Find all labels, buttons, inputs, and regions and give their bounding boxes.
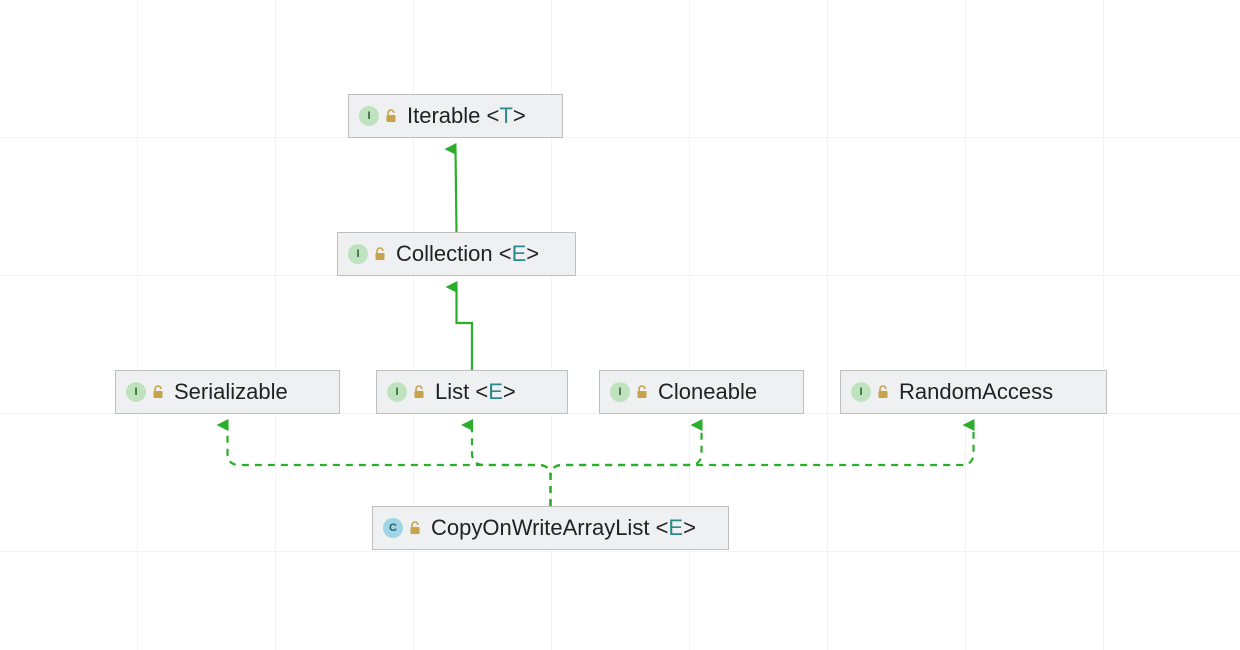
edge-list-to-collection <box>457 287 473 370</box>
class-badge: C <box>383 518 403 538</box>
lock-icon <box>409 521 421 535</box>
edge-layer <box>0 0 1240 650</box>
lock-icon <box>385 109 397 123</box>
type-name: CopyOnWriteArrayList <box>431 515 649 540</box>
type-param: E <box>488 379 503 404</box>
edge-collection-to-iterable <box>456 149 457 232</box>
lock-icon <box>636 385 648 399</box>
interface-badge: I <box>126 382 146 402</box>
node-copyonwritearraylist[interactable]: C CopyOnWriteArrayList <E> <box>372 506 729 550</box>
type-param: T <box>499 103 512 128</box>
node-list[interactable]: I List <E> <box>376 370 568 414</box>
lock-icon <box>374 247 386 261</box>
type-name: List <box>435 379 469 404</box>
edge-cowal-to-randomaccess <box>551 425 974 506</box>
edge-cowal-to-cloneable <box>551 425 702 506</box>
lock-icon <box>152 385 164 399</box>
interface-badge: I <box>359 106 379 126</box>
interface-badge: I <box>851 382 871 402</box>
interface-badge: I <box>348 244 368 264</box>
diagram-canvas[interactable]: { "colors": { "arrow": "#2bae2b", "grid"… <box>0 0 1240 650</box>
type-name: Collection <box>396 241 493 266</box>
node-serializable[interactable]: I Serializable <box>115 370 340 414</box>
node-cloneable[interactable]: I Cloneable <box>599 370 804 414</box>
type-param: E <box>512 241 527 266</box>
lock-icon <box>413 385 425 399</box>
type-param: E <box>668 515 683 540</box>
type-name: Iterable <box>407 103 480 128</box>
node-randomaccess[interactable]: I RandomAccess <box>840 370 1107 414</box>
lock-icon <box>877 385 889 399</box>
type-name: RandomAccess <box>899 379 1053 405</box>
interface-badge: I <box>387 382 407 402</box>
interface-badge: I <box>610 382 630 402</box>
node-iterable[interactable]: I Iterable <T> <box>348 94 563 138</box>
edge-cowal-to-list <box>472 425 551 506</box>
type-name: Serializable <box>174 379 288 405</box>
type-name: Cloneable <box>658 379 757 405</box>
node-collection[interactable]: I Collection <E> <box>337 232 576 276</box>
